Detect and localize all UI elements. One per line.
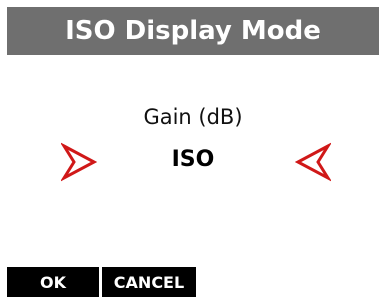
next-value-arrow-icon[interactable] (295, 142, 331, 182)
ok-button[interactable]: OK (7, 267, 99, 297)
softkey-bar: OK CANCEL (0, 267, 386, 297)
title-bar: ISO Display Mode (7, 7, 379, 55)
value-selector: ISO (0, 140, 386, 184)
cancel-button[interactable]: CANCEL (102, 267, 196, 297)
iso-display-mode-screen: ISO Display Mode Gain (dB) ISO OK CANCEL (0, 0, 386, 297)
parameter-label: Gain (dB) (143, 105, 243, 129)
page-title: ISO Display Mode (65, 16, 321, 46)
arrow-left-outline-icon (295, 142, 331, 182)
